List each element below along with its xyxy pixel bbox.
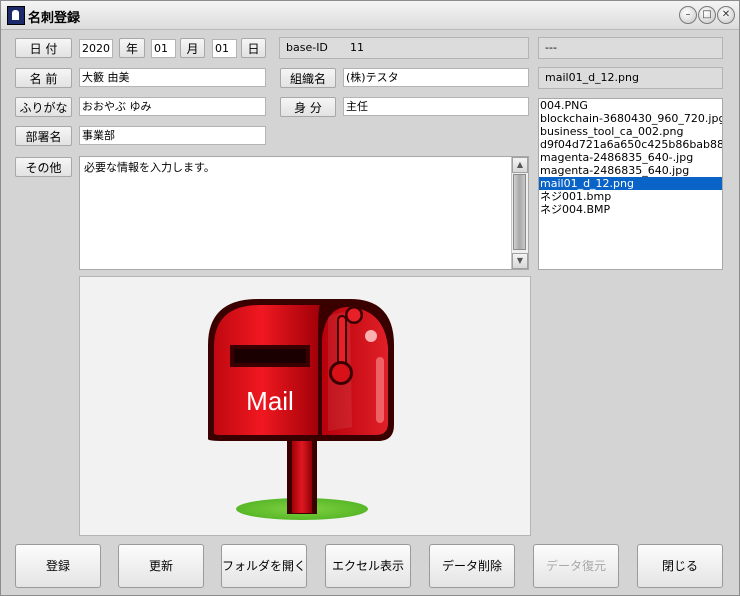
maximize-icon[interactable]: □: [698, 6, 716, 24]
scroll-thumb[interactable]: [513, 174, 526, 250]
memo-text: 必要な情報を入力します。: [84, 161, 215, 174]
list-item[interactable]: d9f04d721a6a650c425b86bab8831a4: [539, 138, 722, 151]
app-icon: [7, 6, 25, 25]
list-item[interactable]: ネジ001.bmp: [539, 190, 722, 203]
list-item[interactable]: blockchain-3680430_960_720.jpg: [539, 112, 722, 125]
mailbox-icon: Mail: [208, 299, 394, 520]
org-field[interactable]: (株)テスタ: [343, 68, 529, 87]
image-preview: Mail: [79, 276, 531, 536]
month-unit-label: 月: [180, 38, 205, 58]
day-field[interactable]: 01: [212, 39, 237, 58]
base-id-label: base-ID: [286, 41, 328, 54]
year-unit-label: 年: [119, 38, 145, 58]
other-label: その他: [15, 157, 72, 177]
file-list[interactable]: 004.PNG blockchain-3680430_960_720.jpg bus…: [538, 98, 723, 270]
current-file-panel: mail01_d_12.png: [538, 67, 723, 89]
minimize-icon[interactable]: –: [679, 6, 697, 24]
department-label: 部署名: [15, 126, 72, 146]
title-bar: 名刺登録 – □ ✕: [1, 1, 739, 30]
position-label: 身 分: [280, 97, 336, 117]
close-icon[interactable]: ✕: [717, 6, 735, 24]
list-item[interactable]: 004.PNG: [539, 99, 722, 112]
furigana-label: ふりがな: [15, 97, 72, 117]
list-item[interactable]: magenta-2486835_640-.jpg: [539, 151, 722, 164]
month-field[interactable]: 01: [151, 39, 176, 58]
open-folder-button[interactable]: フォルダを開く: [221, 544, 307, 588]
position-field[interactable]: 主任: [343, 97, 529, 116]
restore-data-button: データ復元: [533, 544, 619, 588]
main-window: 名刺登録 – □ ✕ 日 付 2020 年 01 月 01 日 base-ID …: [0, 0, 740, 596]
list-item[interactable]: mail01_d_12.png: [539, 177, 722, 190]
excel-button[interactable]: エクセル表示: [325, 544, 411, 588]
name-label: 名 前: [15, 68, 72, 88]
register-button[interactable]: 登録: [15, 544, 101, 588]
list-item[interactable]: ネジ004.BMP: [539, 203, 722, 216]
furigana-field[interactable]: おおやぶ ゆみ: [79, 97, 266, 116]
base-id-value: 11: [350, 41, 364, 54]
date-label: 日 付: [15, 38, 72, 58]
list-item[interactable]: magenta-2486835_640.jpg: [539, 164, 722, 177]
base-id-panel: base-ID 11: [279, 37, 529, 59]
mailbox-label: Mail: [246, 386, 294, 416]
status-panel: ---: [538, 37, 723, 59]
delete-data-button[interactable]: データ削除: [429, 544, 515, 588]
window-title: 名刺登録: [28, 11, 81, 26]
memo-textarea[interactable]: 必要な情報を入力します。 ▲ ▼: [79, 156, 529, 270]
scroll-up-icon[interactable]: ▲: [512, 157, 528, 173]
year-field[interactable]: 2020: [79, 39, 113, 58]
org-label: 組織名: [280, 68, 336, 88]
scroll-down-icon[interactable]: ▼: [512, 253, 528, 269]
day-unit-label: 日: [241, 38, 266, 58]
memo-scrollbar[interactable]: ▲ ▼: [511, 157, 528, 269]
close-button[interactable]: 閉じる: [637, 544, 723, 588]
list-item[interactable]: business_tool_ca_002.png: [539, 125, 722, 138]
update-button[interactable]: 更新: [118, 544, 204, 588]
name-field[interactable]: 大籔 由美: [79, 68, 266, 87]
department-field[interactable]: 事業部: [79, 126, 266, 145]
